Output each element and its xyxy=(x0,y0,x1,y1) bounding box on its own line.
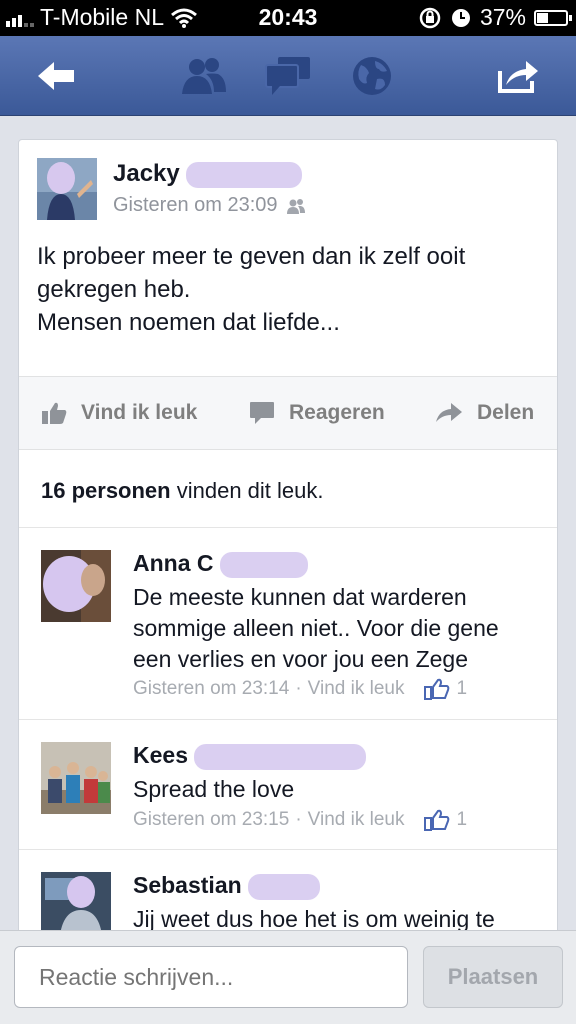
comment-like-link[interactable]: Vind ik leuk xyxy=(308,678,405,700)
friend-requests-button[interactable] xyxy=(178,50,230,102)
friend-requests-icon xyxy=(182,58,226,94)
like-count: 16 personen xyxy=(41,478,171,503)
post-card: Jacky Gisteren om 23:09 Ik probeer meer … xyxy=(18,139,558,1009)
comment-text: De meeste kunnen dat warderen sommige al… xyxy=(133,582,543,675)
battery-percentage: 37% xyxy=(479,4,526,30)
commenter-avatar[interactable] xyxy=(41,550,111,622)
redacted-surname xyxy=(186,161,303,188)
rotation-lock-icon xyxy=(419,7,441,28)
comment-text-line: een verlies en voor jou een Zege xyxy=(133,646,468,672)
share-label: Delen xyxy=(477,401,535,424)
thumbs-up-icon xyxy=(424,809,450,831)
post-timestamp[interactable]: Gisteren om 23:09 xyxy=(113,194,278,217)
post-body: Ik probeer meer te geven dan ik zelf ooi… xyxy=(37,240,537,339)
post-comment-button[interactable]: Plaatsen xyxy=(423,946,563,1008)
comment-timestamp[interactable]: Gisteren om 23:14 xyxy=(133,678,289,700)
share-icon xyxy=(498,61,538,93)
top-navigation-bar xyxy=(0,36,576,116)
post-author[interactable]: Jacky xyxy=(113,160,303,188)
redacted-surname xyxy=(194,743,367,770)
post-text-line: Ik probeer meer te geven dan ik zelf ooi… xyxy=(37,243,466,270)
comment-timestamp[interactable]: Gisteren om 23:15 xyxy=(133,809,289,831)
friends-icon xyxy=(286,198,305,214)
comment-meta: Gisteren om 23:15 · Vind ik leuk 1 xyxy=(133,809,467,831)
commenter-name[interactable]: Anna C xyxy=(133,550,308,578)
comment-icon xyxy=(250,402,274,424)
thumbs-up-icon xyxy=(424,678,450,700)
post-text-line: gekregen heb. xyxy=(37,276,191,303)
comment-text-line: sommige alleen niet.. Voor die gene xyxy=(133,615,499,641)
post-meta: Gisteren om 23:09 xyxy=(113,194,306,217)
comment-composer: Plaatsen xyxy=(0,930,576,1024)
comment-text-line: De meeste kunnen dat warderen xyxy=(133,584,467,610)
comment-text: Spread the love xyxy=(133,774,543,805)
author-avatar[interactable] xyxy=(37,158,97,220)
share-arrow-icon xyxy=(436,403,462,422)
notifications-button[interactable] xyxy=(346,50,398,102)
like-summary-suffix: vinden dit leuk. xyxy=(170,478,324,503)
comment-like-count: 1 xyxy=(456,678,468,699)
comment-item: Anna C De meeste kunnen dat warderen som… xyxy=(19,527,557,719)
commenter-avatar[interactable] xyxy=(41,742,111,814)
like-label: Vind ik leuk xyxy=(81,401,198,424)
alarm-icon xyxy=(451,8,470,27)
share-button[interactable] xyxy=(492,50,544,102)
messages-icon xyxy=(265,57,310,95)
redacted-surname xyxy=(219,551,308,578)
back-arrow-icon xyxy=(38,62,74,90)
thumbs-up-icon xyxy=(42,402,67,424)
meta-separator: · xyxy=(295,809,302,830)
messages-button[interactable] xyxy=(262,50,314,102)
post-actions-bar: Vind ik leuk Reageren Delen xyxy=(19,376,557,450)
commenter-name[interactable]: Kees xyxy=(133,742,367,770)
comment-like-link[interactable]: Vind ik leuk xyxy=(308,809,405,831)
post-text-line: Mensen noemen dat liefde... xyxy=(37,309,340,336)
status-bar: T-Mobile NL 20:43 37% xyxy=(0,0,576,36)
commenter-name[interactable]: Sebastian xyxy=(133,872,321,900)
comment-meta: Gisteren om 23:14 · Vind ik leuk 1 xyxy=(133,678,467,700)
redacted-surname xyxy=(248,873,321,900)
like-summary[interactable]: 16 personen vinden dit leuk. xyxy=(41,478,323,504)
like-button[interactable]: Vind ik leuk xyxy=(41,377,197,449)
comment-label: Reageren xyxy=(289,401,385,424)
comment-text-line: Spread the love xyxy=(133,776,295,802)
comment-like-count: 1 xyxy=(456,809,468,830)
comment-button[interactable]: Reageren xyxy=(249,377,385,449)
back-button[interactable] xyxy=(30,50,82,102)
comment-item: Kees Spread the love Gisteren om 23:15 ·… xyxy=(19,719,557,849)
battery-icon xyxy=(534,9,572,26)
comment-input[interactable] xyxy=(14,946,408,1008)
share-post-button[interactable]: Delen xyxy=(435,377,534,449)
meta-separator: · xyxy=(295,678,302,699)
notifications-globe-icon xyxy=(353,57,391,95)
